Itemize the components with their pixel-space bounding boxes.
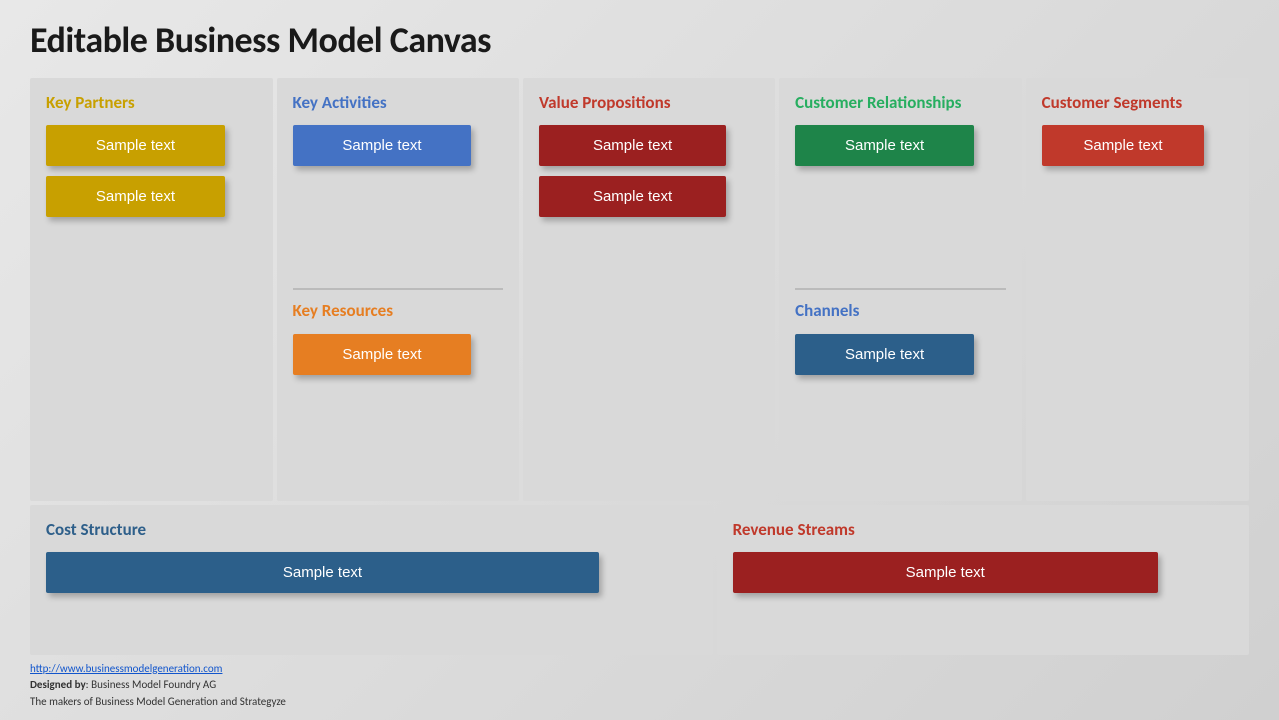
key-partners-title: Key Partners [46, 92, 257, 113]
key-partners-btn-2[interactable]: Sample text [46, 176, 225, 217]
value-propositions-btn-1[interactable]: Sample text [539, 125, 726, 166]
canvas-container: Key Partners Sample text Sample text Key… [30, 78, 1249, 655]
cell-cost-structure: Cost Structure Sample text [30, 505, 713, 655]
customer-segments-title: Customer Segments [1042, 92, 1233, 113]
bottom-section: Cost Structure Sample text Revenue Strea… [30, 505, 1249, 655]
footer: http://www.businessmodelgeneration.com D… [30, 661, 1249, 711]
value-propositions-btn-2[interactable]: Sample text [539, 176, 726, 217]
cell-value-propositions: Value Propositions Sample text Sample te… [523, 78, 775, 501]
channels-title: Channels [795, 300, 1006, 321]
key-activities-btn-1[interactable]: Sample text [293, 125, 472, 166]
cost-structure-btn-1[interactable]: Sample text [46, 552, 599, 593]
page-title: Editable Business Model Canvas [30, 18, 1249, 62]
channels-btn-1[interactable]: Sample text [795, 334, 974, 375]
revenue-streams-btn-1[interactable]: Sample text [733, 552, 1158, 593]
footer-credit: The makers of Business Model Generation … [30, 694, 1249, 711]
cell-key-partners: Key Partners Sample text Sample text [30, 78, 273, 501]
key-resources-btn-1[interactable]: Sample text [293, 334, 472, 375]
customer-relationships-inner: Customer Relationships Sample text Chann… [795, 92, 1006, 487]
revenue-streams-title: Revenue Streams [733, 519, 1233, 540]
key-activities-inner: Key Activities Sample text Key Resources… [293, 92, 504, 487]
key-activities-top: Key Activities Sample text [293, 92, 504, 290]
top-section: Key Partners Sample text Sample text Key… [30, 78, 1249, 501]
cell-customer-relationships: Customer Relationships Sample text Chann… [779, 78, 1022, 501]
customer-segments-btn-1[interactable]: Sample text [1042, 125, 1205, 166]
cost-structure-title: Cost Structure [46, 519, 697, 540]
key-activities-title: Key Activities [293, 92, 504, 113]
customer-relationships-btn-1[interactable]: Sample text [795, 125, 974, 166]
customer-relationships-top: Customer Relationships Sample text [795, 92, 1006, 290]
footer-link[interactable]: http://www.businessmodelgeneration.com [30, 662, 222, 675]
key-resources-section: Key Resources Sample text [293, 290, 504, 486]
key-resources-title: Key Resources [293, 300, 504, 321]
footer-designer-label: Designed by [30, 678, 86, 691]
customer-relationships-title: Customer Relationships [795, 92, 1006, 113]
value-propositions-title: Value Propositions [539, 92, 759, 113]
cell-customer-segments: Customer Segments Sample text [1026, 78, 1249, 501]
cell-key-activities: Key Activities Sample text Key Resources… [277, 78, 520, 501]
cell-revenue-streams: Revenue Streams Sample text [717, 505, 1249, 655]
key-partners-btn-1[interactable]: Sample text [46, 125, 225, 166]
channels-section: Channels Sample text [795, 290, 1006, 486]
footer-designer-name: Business Model Foundry AG [91, 678, 216, 691]
